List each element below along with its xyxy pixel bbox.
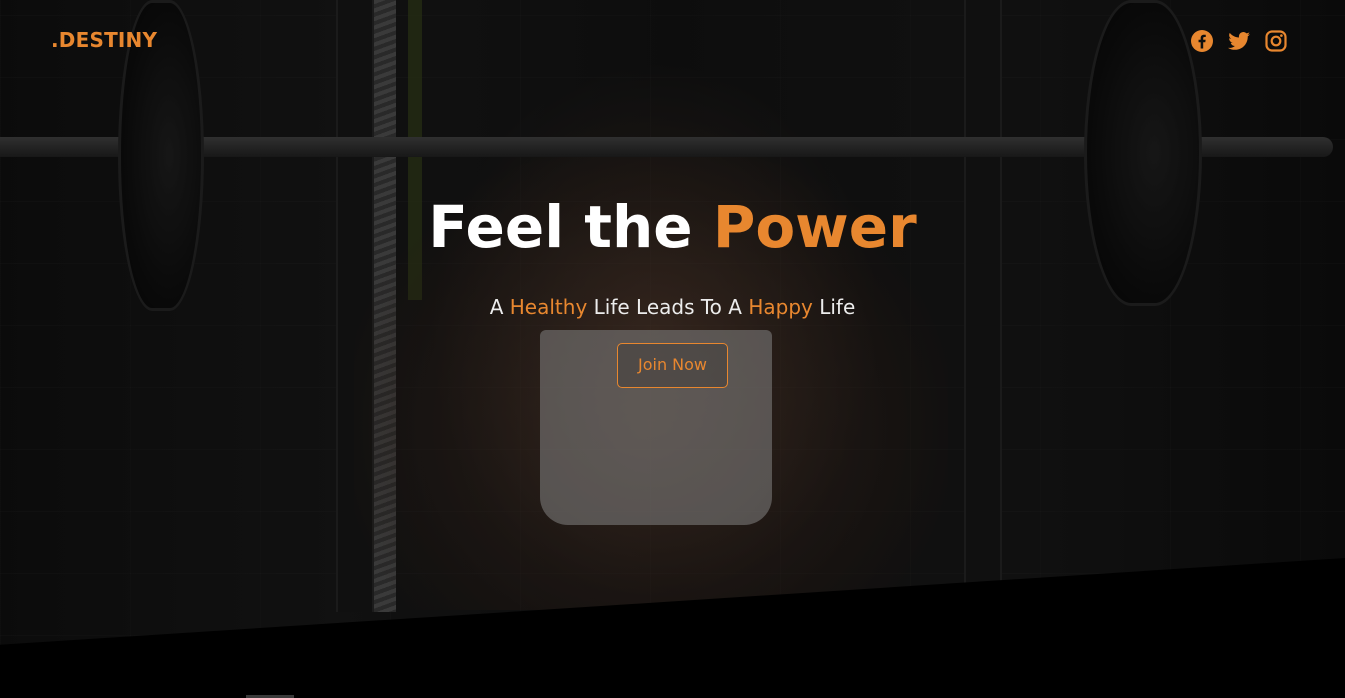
twitter-icon[interactable] (1227, 29, 1251, 53)
facebook-icon[interactable] (1190, 29, 1214, 53)
tagline-text-3: Life (812, 295, 856, 319)
tagline-text-2: Life Leads To A (587, 295, 749, 319)
brand-logo[interactable]: .DESTINY (51, 28, 157, 52)
tagline-text-1: A (489, 295, 510, 319)
instagram-icon[interactable] (1264, 29, 1288, 53)
headline-accent: Power (712, 193, 917, 261)
hero-tagline: A Healthy Life Leads To A Happy Life (0, 293, 1345, 321)
tagline-accent-healthy: Healthy (509, 295, 588, 319)
tagline-accent-happy: Happy (748, 295, 813, 319)
cta-container: Join Now (0, 343, 1345, 388)
join-now-button[interactable]: Join Now (617, 343, 728, 388)
social-links (1190, 29, 1288, 53)
hero-section: .DESTINY Feel the Power A Healthy Life L… (0, 0, 1345, 698)
headline-text: Feel the (428, 193, 713, 261)
hero-headline: Feel the Power (0, 190, 1345, 264)
